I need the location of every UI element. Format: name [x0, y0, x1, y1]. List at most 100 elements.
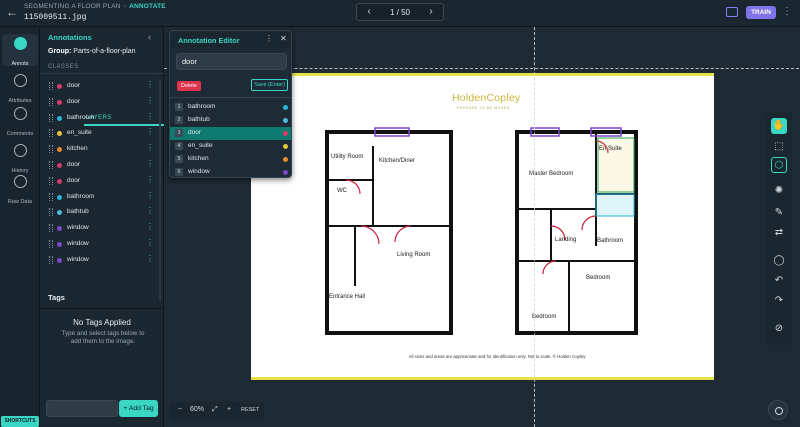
close-icon[interactable]: ✕ [280, 34, 287, 43]
class-option[interactable]: 4 en_suite [170, 140, 291, 153]
color-dot [57, 226, 62, 232]
drag-handle-icon[interactable] [49, 129, 53, 138]
drag-handle-icon[interactable] [49, 82, 53, 90]
more-icon[interactable]: ⋮ [146, 191, 154, 200]
class-option-selected[interactable]: 3 door [170, 127, 291, 140]
model-icon[interactable] [726, 7, 738, 17]
color-dot [57, 99, 62, 105]
class-option[interactable]: 6 window [170, 166, 291, 179]
tag-icon [13, 74, 27, 87]
layer-item[interactable]: kitchen ⋮ [40, 142, 164, 158]
breadcrumb-project[interactable]: SEGMENTING A FLOOR PLAN [24, 3, 121, 10]
save-button[interactable]: Save (Enter) [251, 79, 288, 91]
layer-item[interactable]: door ⋮ [40, 79, 164, 95]
editor-menu-icon[interactable]: ⋮ [265, 34, 273, 43]
room-label-landing: Landing [555, 237, 576, 243]
drag-handle-icon[interactable] [49, 160, 53, 169]
more-icon[interactable]: ⋮ [146, 175, 154, 184]
more-icon[interactable]: ⋮ [146, 127, 154, 136]
zoom-in-icon[interactable]: + [227, 406, 231, 413]
editor-header[interactable]: Annotation Editor ⋮ ✕ [170, 31, 291, 48]
undo-icon[interactable]: ↶ [771, 273, 787, 289]
panel-tabs: CLASSES LAYERS [40, 63, 212, 126]
hand-tool-icon[interactable]: ✋ [771, 118, 787, 134]
polygon-tool-icon[interactable]: ⬡ [771, 157, 787, 173]
panel-title: Annotations [48, 33, 92, 42]
more-icon[interactable]: ⋮ [146, 238, 154, 247]
floor-plan-drawing: Utility Room Kitchen/Diner WC Living Roo… [325, 127, 638, 335]
zoom-out-icon[interactable]: − [178, 406, 182, 413]
train-button[interactable]: TRAIN [746, 6, 776, 19]
color-dot [57, 84, 62, 89]
class-option[interactable]: 1 bathroom [170, 101, 291, 114]
fit-icon[interactable]: ⤢ [212, 406, 218, 414]
more-icon[interactable]: ⋮ [146, 254, 154, 263]
more-icon[interactable]: ⋮ [146, 96, 154, 105]
rail-attributes[interactable]: Attributes [2, 71, 38, 104]
rail-raw-data[interactable]: Raw Data [2, 172, 38, 205]
color-dot [57, 257, 62, 263]
layer-item[interactable]: bathroom ⋮ [40, 190, 164, 206]
editor-title: Annotation Editor [178, 36, 240, 45]
class-option[interactable]: 2 bathtub [170, 114, 291, 127]
bounding-box-icon[interactable]: ⬚ [771, 139, 787, 155]
more-icon[interactable]: ⋮ [146, 222, 154, 231]
back-arrow-icon[interactable]: ← [6, 6, 18, 18]
brush-tool-icon[interactable]: ✺ [771, 183, 787, 199]
collapse-panel-icon[interactable]: ‹ [148, 32, 151, 42]
rail-comments[interactable]: Comments [2, 104, 38, 137]
layer-item[interactable]: door ⋮ [40, 174, 164, 190]
more-icon[interactable]: ⋮ [146, 159, 154, 168]
tab-classes[interactable]: CLASSES [48, 64, 78, 70]
color-dot [57, 210, 62, 216]
layer-list: door ⋮ door ⋮ bathroom ⋮ en_suite ⋮ kitchen ⋮… [40, 79, 164, 269]
more-icon[interactable]: ⋮ [146, 112, 154, 121]
tag-input[interactable] [46, 400, 118, 417]
floor-plan-image[interactable]: HoldenCopley PREPARE TO BE MOVED Utility… [251, 73, 714, 380]
drag-handle-icon[interactable] [49, 145, 53, 154]
redo-icon[interactable]: ↷ [771, 293, 787, 309]
layer-item[interactable]: window ⋮ [40, 237, 164, 253]
room-label-bedroom: Bedroom [532, 314, 556, 320]
more-icon[interactable]: ⋮ [146, 143, 154, 152]
layer-item[interactable]: en_suite ⋮ [40, 126, 164, 142]
class-input[interactable] [176, 53, 287, 70]
layer-item[interactable]: door ⋮ [40, 95, 164, 111]
reset-zoom-button[interactable]: RESET [241, 407, 259, 413]
color-dot [283, 157, 288, 162]
layer-item[interactable]: window ⋮ [40, 253, 164, 269]
more-icon[interactable]: ⋮ [146, 80, 154, 89]
more-icon[interactable]: ⋮ [146, 206, 154, 215]
magic-wand-icon[interactable]: ✎ [771, 205, 787, 221]
color-dot [283, 131, 288, 136]
layer-item[interactable]: window ⋮ [40, 221, 164, 237]
add-tag-button[interactable]: + Add Tag [119, 400, 158, 417]
drag-handle-icon[interactable] [49, 113, 53, 122]
settings-fab-icon[interactable] [768, 400, 788, 420]
class-option[interactable]: 5 kitchen [170, 153, 291, 166]
drag-handle-icon[interactable] [49, 208, 53, 217]
comment-tool-icon[interactable]: ◯ [771, 253, 787, 269]
drag-handle-icon[interactable] [49, 224, 53, 233]
drag-handle-icon[interactable] [49, 176, 53, 185]
drag-handle-icon[interactable] [49, 192, 53, 201]
rail-history[interactable]: History [2, 141, 38, 174]
layer-item[interactable]: door ⋮ [40, 158, 164, 174]
room-label-bedroom: Bedroom [586, 275, 610, 281]
delete-button[interactable]: Delete [177, 81, 201, 91]
next-image-icon[interactable]: › [425, 6, 437, 18]
hide-annotations-icon[interactable]: ⊘ [771, 321, 787, 337]
tool-rail: ✋ ⬚ ⬡ ✺ ✎ ⇄ ◯ ↶ ↷ ⊘ [766, 113, 792, 345]
breadcrumb: SEGMENTING A FLOOR PLAN › ANNOTATE [24, 3, 166, 10]
layer-item[interactable]: bathroom ⋮ [40, 111, 164, 127]
transform-icon[interactable]: ⇄ [771, 225, 787, 241]
drag-handle-icon[interactable] [49, 97, 53, 106]
layer-scrollbar[interactable] [159, 79, 161, 301]
shortcuts-button[interactable]: SHORTCUTS [1, 416, 39, 427]
layer-item[interactable]: bathtub ⋮ [40, 205, 164, 221]
drag-handle-icon[interactable] [49, 239, 53, 248]
drag-handle-icon[interactable] [49, 255, 53, 264]
rail-annots[interactable]: Annots [2, 34, 38, 67]
color-dot [283, 118, 288, 123]
more-menu-icon[interactable]: ⋮ [782, 6, 792, 18]
